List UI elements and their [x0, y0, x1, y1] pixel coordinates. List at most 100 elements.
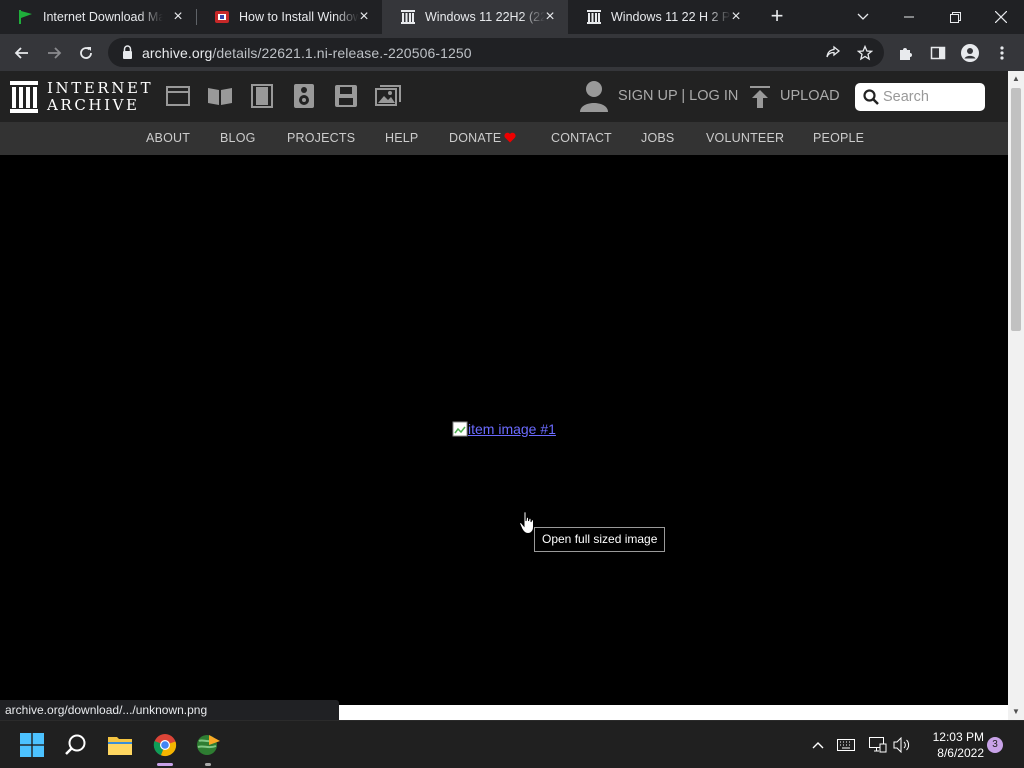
signup-login-link[interactable]: SIGN UP | LOG IN	[618, 88, 738, 104]
item-image-alt: item image #1	[468, 421, 556, 437]
new-tab-button[interactable]: +	[766, 5, 788, 29]
side-panel-button[interactable]	[926, 41, 950, 65]
status-bar-url: archive.org/download/.../unknown.png	[0, 700, 339, 720]
volume-button[interactable]	[893, 736, 911, 754]
side-panel-icon	[930, 46, 946, 60]
archive-favicon-icon	[400, 9, 416, 25]
network-icon	[869, 737, 887, 753]
url-path: /details/22621.1.ni-release.-220506-1250	[212, 45, 472, 61]
tab-idm[interactable]: Internet Download Manager ×	[0, 0, 196, 34]
idm-button[interactable]	[193, 730, 223, 760]
texts-icon[interactable]	[207, 83, 233, 109]
ia-logo-text: INTERNET ARCHIVE	[47, 80, 153, 114]
chrome-icon	[153, 734, 177, 757]
software-icon[interactable]	[333, 83, 359, 109]
close-window-button[interactable]	[978, 0, 1024, 34]
scroll-up-icon[interactable]: ▲	[1008, 71, 1024, 87]
restore-button[interactable]	[932, 0, 978, 34]
keyboard-icon	[837, 739, 855, 751]
tab-title: Windows 11 22H2 (22621	[425, 10, 545, 24]
tab-windows-11-22h2-active[interactable]: Windows 11 22H2 (22621 ×	[382, 0, 568, 34]
tab-title: How to Install Windows 11	[239, 10, 359, 24]
nav-jobs[interactable]: JOBS	[641, 131, 674, 145]
tab-title: Internet Download Manager	[43, 10, 163, 24]
show-hidden-icons-button[interactable]	[809, 736, 827, 754]
user-icon[interactable]	[580, 80, 608, 112]
file-explorer-button[interactable]	[105, 730, 135, 760]
scrollbar-thumb[interactable]	[1011, 88, 1021, 331]
nav-about[interactable]: ABOUT	[146, 131, 190, 145]
reload-button[interactable]	[74, 41, 98, 65]
nav-volunteer[interactable]: VOLUNTEER	[706, 131, 784, 145]
nav-people[interactable]: PEOPLE	[813, 131, 864, 145]
profile-button[interactable]	[958, 41, 982, 65]
audio-icon[interactable]	[291, 83, 317, 109]
chrome-button[interactable]	[150, 730, 180, 760]
scroll-down-icon[interactable]: ▼	[1008, 704, 1024, 720]
forward-button[interactable]	[42, 41, 66, 65]
logo-line-1: INTERNET	[47, 79, 154, 97]
kebab-menu-icon	[1000, 46, 1004, 60]
tab-how-to-install[interactable]: How to Install Windows 11 ×	[196, 0, 382, 34]
page-footer-strip	[339, 705, 1008, 720]
tab-windows-11-22h2-pre[interactable]: Windows 11 22 H 2 Pre ×	[568, 0, 754, 34]
menu-button[interactable]	[990, 41, 1014, 65]
close-icon[interactable]: ×	[170, 9, 186, 25]
minimize-button[interactable]	[886, 0, 932, 34]
search-icon	[65, 734, 86, 755]
windows-logo-icon	[20, 733, 44, 757]
bookmark-button[interactable]	[856, 44, 874, 62]
scrollbar[interactable]: ▲ ▼	[1008, 71, 1024, 720]
search-button[interactable]	[61, 730, 91, 760]
browser-toolbar: archive.org/details/22621.1.ni-release.-…	[0, 34, 1024, 71]
nav-projects[interactable]: PROJECTS	[287, 131, 355, 145]
nav-contact[interactable]: CONTACT	[551, 131, 612, 145]
nav-blog[interactable]: BLOG	[220, 131, 256, 145]
back-button[interactable]	[10, 41, 34, 65]
nav-donate[interactable]: DONATE	[449, 131, 501, 145]
upload-icon[interactable]	[750, 86, 770, 108]
share-button[interactable]	[824, 44, 842, 62]
broken-image-icon	[452, 421, 468, 437]
taskbar: 12:03 PM 8/6/2022 3	[0, 720, 1024, 768]
restore-icon	[949, 11, 961, 23]
site-favicon-icon	[214, 9, 230, 25]
profile-icon	[961, 44, 979, 62]
search-icon	[863, 89, 879, 105]
archive-building-icon	[10, 81, 38, 113]
chevron-up-icon	[812, 742, 824, 749]
chevron-down-icon	[857, 13, 869, 20]
idm-globe-icon	[197, 735, 220, 755]
start-button[interactable]	[17, 730, 47, 760]
share-icon	[826, 45, 841, 58]
archive-favicon-icon	[586, 9, 602, 25]
extensions-button[interactable]	[894, 41, 918, 65]
lock-icon[interactable]	[122, 45, 133, 60]
ia-search-input[interactable]: Search	[855, 83, 985, 111]
tab-search-button[interactable]	[840, 0, 886, 34]
idm-running-indicator	[205, 763, 211, 766]
close-icon	[995, 11, 1007, 23]
close-icon[interactable]: ×	[356, 9, 372, 25]
ia-logo[interactable]: INTERNET ARCHIVE	[10, 80, 153, 114]
close-icon[interactable]: ×	[728, 9, 744, 25]
images-icon[interactable]	[375, 83, 401, 109]
video-icon[interactable]	[249, 83, 275, 109]
minimize-icon	[904, 16, 914, 18]
nav-help[interactable]: HELP	[385, 131, 418, 145]
clock-date: 8/6/2022	[937, 746, 984, 760]
search-placeholder: Search	[883, 89, 929, 105]
network-button[interactable]	[869, 736, 887, 754]
clock[interactable]: 12:03 PM 8/6/2022	[920, 729, 984, 761]
keyboard-button[interactable]	[837, 736, 855, 754]
address-bar[interactable]: archive.org/details/22621.1.ni-release.-…	[108, 38, 884, 67]
url-text[interactable]: archive.org/details/22621.1.ni-release.-…	[142, 45, 472, 61]
item-image-link[interactable]: item image #1	[452, 421, 556, 437]
speaker-icon	[893, 737, 910, 753]
web-icon[interactable]	[165, 83, 191, 109]
heart-icon[interactable]	[504, 132, 516, 143]
upload-link[interactable]: UPLOAD	[780, 88, 840, 104]
reload-icon	[80, 47, 92, 59]
close-icon[interactable]: ×	[542, 9, 558, 25]
notification-badge[interactable]: 3	[987, 737, 1003, 753]
